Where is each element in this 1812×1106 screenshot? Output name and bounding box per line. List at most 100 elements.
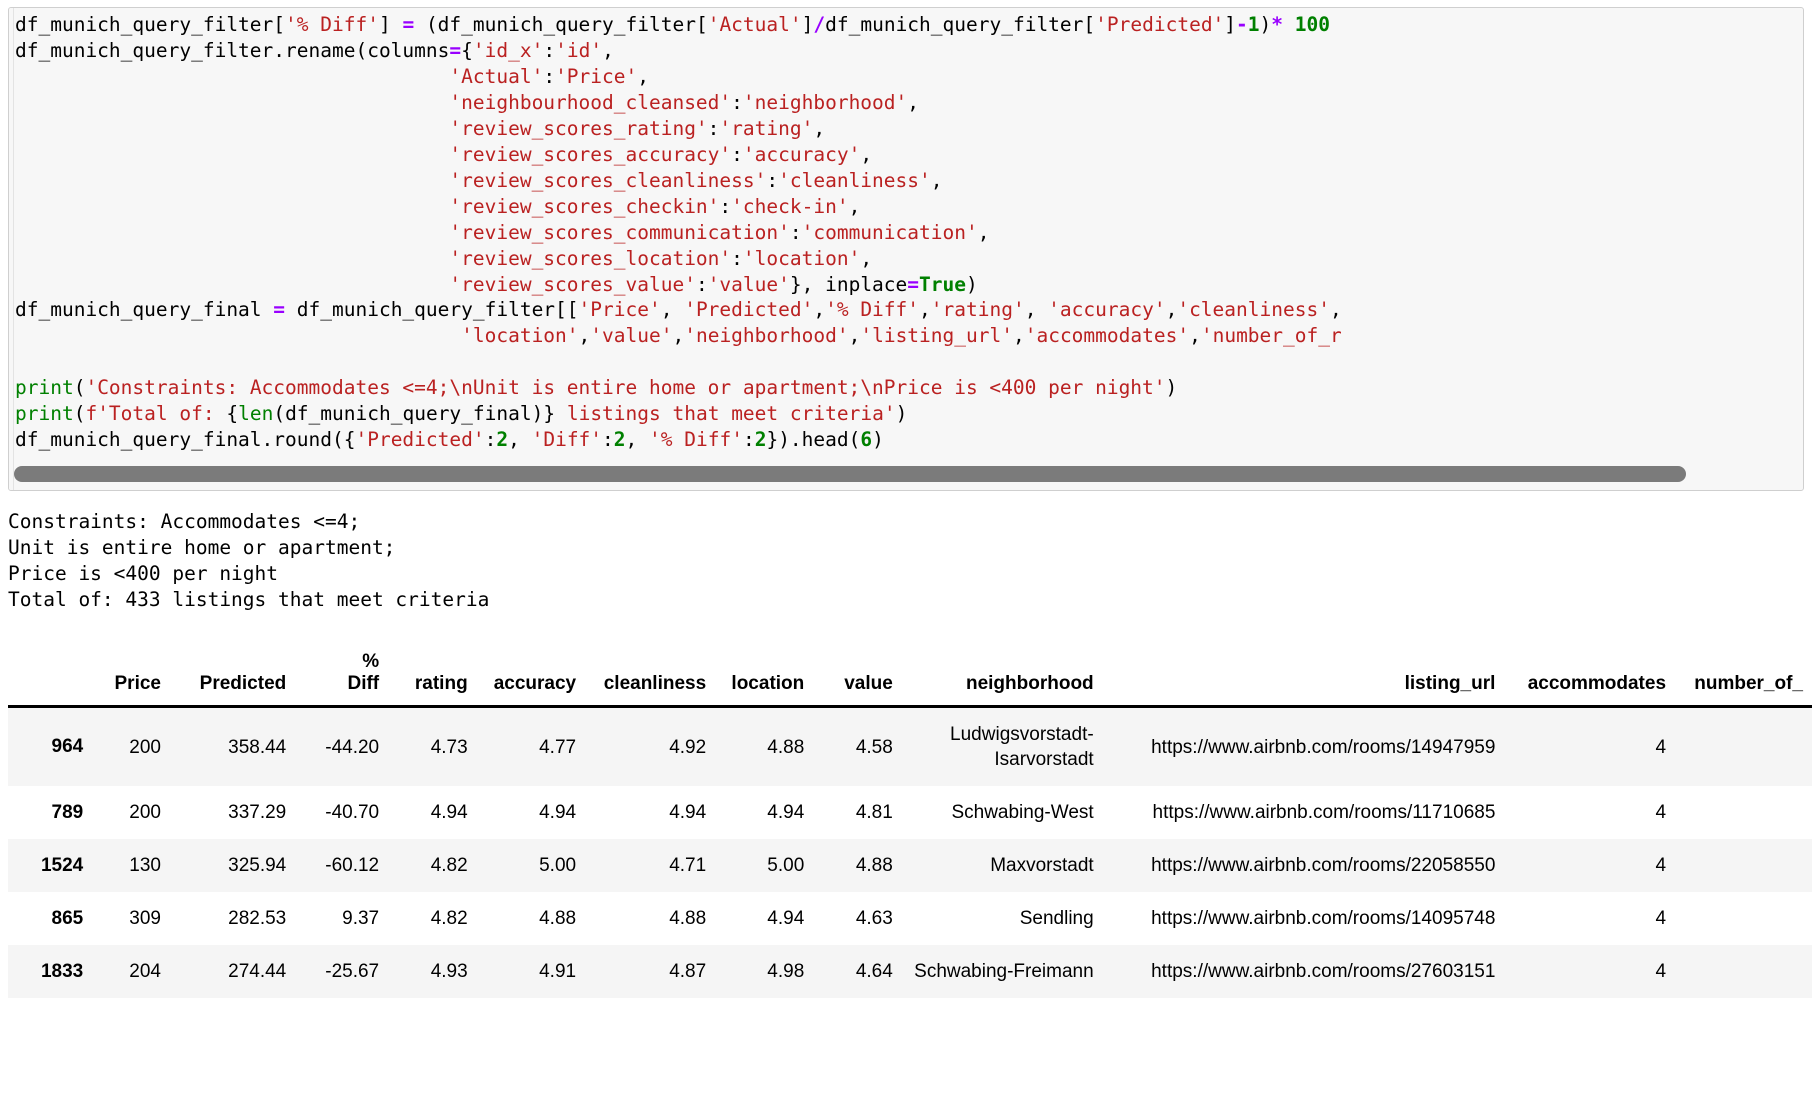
cell-number-of (1675, 892, 1812, 945)
code-cell[interactable]: df_munich_query_filter['% Diff'] = (df_m… (8, 7, 1804, 491)
col-header-number-of[interactable]: number_of_ (1675, 651, 1812, 708)
col-header-predicted[interactable]: Predicted (169, 651, 296, 708)
code-token: ] (1224, 13, 1237, 36)
code-token: 'Constraints: Accommodates <=4;\nUnit is… (85, 376, 1166, 400)
code-token: listings that meet criteria' (555, 402, 896, 426)
col-header-accuracy[interactable]: accuracy (476, 651, 586, 708)
code-token: 'cleanliness' (1177, 298, 1330, 322)
col-header-neighborhood[interactable]: neighborhood (901, 651, 1103, 708)
code-token: }).head( (766, 428, 861, 452)
cell-pct-diff: -44.20 (325, 736, 380, 758)
code-token: df_munich_query_final (15, 298, 274, 322)
code-token: , (1189, 324, 1201, 348)
cell-listing-url[interactable]: https://www.airbnb.com/rooms/11710685 (1103, 786, 1505, 839)
code-token: ( (73, 376, 86, 400)
cell-pct-diff: -60.12 (325, 855, 380, 876)
code-token: , (508, 428, 532, 452)
cell-value: 4.88 (855, 855, 893, 876)
code-token: , (848, 194, 861, 218)
cell-predicted: 358.44 (228, 736, 287, 758)
cell-value: 4.81 (855, 802, 893, 823)
code-token: , (1024, 298, 1049, 322)
code-token: 'Predicted' (684, 298, 814, 322)
code-token: ) (872, 428, 884, 452)
code-token: : (484, 428, 497, 452)
code-token: len (238, 402, 274, 426)
col-header-index[interactable] (8, 651, 93, 708)
cell-predicted: 325.94 (228, 855, 287, 876)
code-token: ] (378, 13, 391, 36)
cell-accommodates: 4 (1655, 961, 1667, 982)
cell-accuracy: 4.77 (539, 736, 577, 758)
code-token: : (543, 64, 556, 88)
code-token: 'Diff' (531, 428, 603, 452)
code-horizontal-scrollbar-track[interactable] (14, 463, 1798, 485)
code-token: f'Total of: (85, 402, 227, 426)
code-cell-scroll-area[interactable]: df_munich_query_filter['% Diff'] = (df_m… (15, 12, 1803, 467)
col-header-rating[interactable]: rating (388, 651, 477, 708)
cell-listing-url[interactable]: https://www.airbnb.com/rooms/14947959 (1103, 707, 1505, 787)
code-token: : (731, 90, 743, 114)
code-token: df_munich_query_filter.rename(columns (15, 38, 450, 62)
dataframe-output: Price Predicted % Diff rating accuracy cl… (0, 651, 1812, 998)
table-row: 789 200 337.29 -40.70 4.94 4.94 4.94 4.94 4.81 Sc… (8, 786, 1812, 839)
cell-accommodates: 4 (1655, 736, 1667, 758)
code-token: 2 (496, 428, 509, 452)
row-index-cell: 789 (51, 801, 84, 823)
code-token: ] (801, 13, 814, 36)
col-header-accommodates[interactable]: accommodates (1504, 651, 1676, 708)
code-token: 'review_scores_rating' (449, 116, 708, 140)
code-token: 'Price' (578, 298, 661, 322)
code-token: 'accuracy' (742, 142, 861, 166)
code-token: 'review_scores_cleanliness' (449, 168, 767, 192)
cell-rating: 4.73 (430, 736, 468, 758)
col-header-price[interactable]: Price (92, 651, 170, 708)
code-token: ) (895, 402, 908, 426)
code-horizontal-scrollbar-thumb[interactable] (14, 466, 1686, 482)
code-token: 1 (1247, 13, 1260, 36)
code-token: , (860, 142, 873, 166)
col-header-value[interactable]: value (813, 651, 902, 708)
row-index-cell: 1833 (40, 960, 84, 982)
python-source-code[interactable]: df_munich_query_filter['% Diff'] = (df_m… (15, 12, 1803, 453)
code-token: , (625, 428, 650, 452)
code-token: : (719, 194, 732, 218)
code-token: 'review_scores_accuracy' (449, 142, 732, 166)
code-token: 'rating' (930, 298, 1025, 322)
cell-accuracy: 4.88 (539, 908, 577, 929)
code-token: , (848, 324, 861, 348)
cell-listing-url[interactable]: https://www.airbnb.com/rooms/14095748 (1103, 892, 1505, 945)
code-token: : (789, 220, 802, 244)
code-token: { (226, 402, 239, 426)
cell-rating: 4.82 (430, 908, 468, 929)
cell-neighborhood: Maxvorstadt (990, 855, 1094, 876)
col-header-listing-url[interactable]: listing_url (1102, 651, 1505, 708)
cell-rating: 4.94 (430, 802, 468, 823)
code-token: ) (1165, 376, 1178, 400)
col-header-location[interactable]: location (715, 651, 814, 708)
code-token: 'Actual' (707, 13, 802, 36)
row-index-cell: 1524 (40, 854, 84, 876)
cell-number-of (1675, 839, 1812, 892)
cell-accuracy: 4.94 (539, 802, 577, 823)
cell-cleanliness: 4.87 (669, 961, 707, 982)
cell-neighborhood: Ludwigsvorstadt-Isarvorstadt (950, 724, 1094, 770)
row-index-cell: 964 (51, 736, 84, 757)
code-token: print (15, 402, 74, 426)
code-token: 6 (860, 428, 873, 452)
cell-rating: 4.93 (430, 961, 468, 982)
code-token: '% Diff' (649, 428, 743, 452)
code-token: , (813, 116, 826, 140)
cell-listing-url[interactable]: https://www.airbnb.com/rooms/27603151 (1103, 945, 1505, 998)
cell-listing-url[interactable]: https://www.airbnb.com/rooms/22058550 (1103, 839, 1505, 892)
col-header-pct-diff[interactable]: % Diff (295, 651, 389, 708)
code-token: (df_munich_query_final)} (273, 402, 556, 426)
code-token: 'Actual' (449, 64, 544, 88)
code-token: df_munich_query_filter[[ (285, 298, 579, 322)
col-header-cleanliness[interactable]: cleanliness (585, 651, 716, 708)
code-token: , (930, 168, 943, 192)
cell-accommodates: 4 (1655, 908, 1667, 929)
